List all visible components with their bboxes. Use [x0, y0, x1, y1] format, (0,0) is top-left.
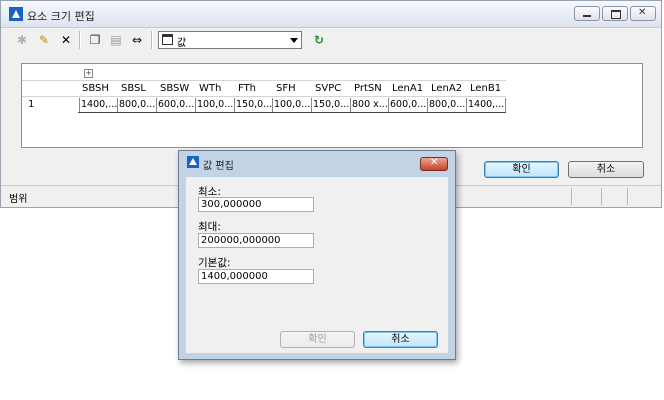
- window-title: 요소 크기 편집: [27, 10, 95, 23]
- expand-icon[interactable]: +: [84, 69, 93, 78]
- dialog-title-bar[interactable]: 값 편집: [179, 151, 455, 173]
- edit-value-dialog: 값 편집 최소: 300,000000 최대: 200000,000000 기본…: [178, 150, 456, 360]
- status-divider: [627, 188, 628, 205]
- max-input[interactable]: 200000,000000: [198, 233, 314, 248]
- dialog-ok-button[interactable]: 확인: [280, 331, 355, 348]
- dialog-close-button[interactable]: [420, 157, 448, 171]
- minimize-button[interactable]: [574, 6, 600, 21]
- column-header[interactable]: LenB1: [470, 83, 501, 97]
- column-header[interactable]: SBSL: [121, 83, 146, 97]
- table-cell[interactable]: 150,0...: [235, 98, 273, 112]
- column-header[interactable]: PrtSN: [354, 83, 382, 97]
- table-cell[interactable]: 800,0...: [118, 98, 157, 112]
- dropdown-selected-value: 값: [177, 38, 187, 49]
- dialog-cancel-button[interactable]: 취소: [363, 331, 438, 348]
- table-cell[interactable]: 100,0...: [273, 98, 312, 112]
- new-item-icon[interactable]: ✱: [13, 31, 31, 49]
- header-divider: [22, 80, 506, 81]
- row-number[interactable]: 1: [28, 99, 34, 110]
- edit-icon[interactable]: ✎: [35, 31, 53, 49]
- max-label: 최대:: [198, 221, 221, 233]
- column-header[interactable]: FTh: [238, 83, 256, 97]
- size-table: + SBSH SBSL SBSW WTh FTh SFH SVPC PrtSN …: [21, 63, 643, 148]
- table-cell[interactable]: 1400,...: [79, 98, 118, 112]
- status-divider: [601, 188, 602, 205]
- table-cell[interactable]: 800,0...: [428, 98, 467, 112]
- value-type-dropdown[interactable]: 값: [158, 31, 302, 49]
- toolbar-separator: [79, 31, 81, 49]
- status-text: 범위: [9, 194, 28, 205]
- copy-icon[interactable]: ❐: [86, 31, 104, 49]
- dialog-title: 값 편집: [203, 161, 234, 172]
- chevron-down-icon: [290, 38, 298, 43]
- column-header[interactable]: LenA1: [392, 83, 423, 97]
- column-header[interactable]: LenA2: [431, 83, 462, 97]
- delete-icon[interactable]: ✕: [57, 31, 75, 49]
- table-cell[interactable]: 100,0...: [196, 98, 235, 112]
- min-input[interactable]: 300,000000: [198, 197, 314, 212]
- row-divider: [22, 96, 506, 97]
- column-header[interactable]: SFH: [276, 83, 296, 97]
- toolbar-separator: [151, 31, 153, 49]
- dialog-body: 최소: 300,000000 최대: 200000,000000 기본값: 14…: [186, 177, 448, 353]
- column-header[interactable]: SVPC: [315, 83, 341, 97]
- table-cell[interactable]: 600,0...: [389, 98, 428, 112]
- table-cell[interactable]: 150,0...: [312, 98, 351, 112]
- row-bottom-border: [78, 112, 506, 113]
- fit-columns-icon[interactable]: ⇔: [128, 31, 146, 49]
- table-cell[interactable]: 600,0...: [157, 98, 196, 112]
- app-logo-icon: [9, 7, 23, 21]
- column-header[interactable]: WTh: [199, 83, 221, 97]
- table-cell[interactable]: 800 x...: [351, 98, 389, 112]
- paste-icon[interactable]: ▤: [107, 31, 125, 49]
- app-logo-icon: [187, 156, 199, 168]
- status-divider: [571, 188, 572, 205]
- column-header[interactable]: SBSH: [82, 83, 109, 97]
- title-bar[interactable]: 요소 크기 편집: [1, 1, 661, 28]
- default-label: 기본값:: [198, 257, 231, 269]
- default-input[interactable]: 1400,000000: [198, 269, 314, 284]
- toolbar: ✱ ✎ ✕ ❐ ▤ ⇔ 값 ↻: [1, 27, 661, 53]
- maximize-button[interactable]: [602, 6, 628, 21]
- refresh-icon[interactable]: ↻: [310, 31, 328, 49]
- table-icon: [162, 34, 173, 45]
- close-button[interactable]: [630, 6, 656, 21]
- column-header[interactable]: SBSW: [160, 83, 189, 97]
- table-cell[interactable]: 1400,...: [467, 98, 506, 112]
- ok-button[interactable]: 확인: [484, 161, 559, 178]
- cancel-button[interactable]: 취소: [568, 161, 644, 178]
